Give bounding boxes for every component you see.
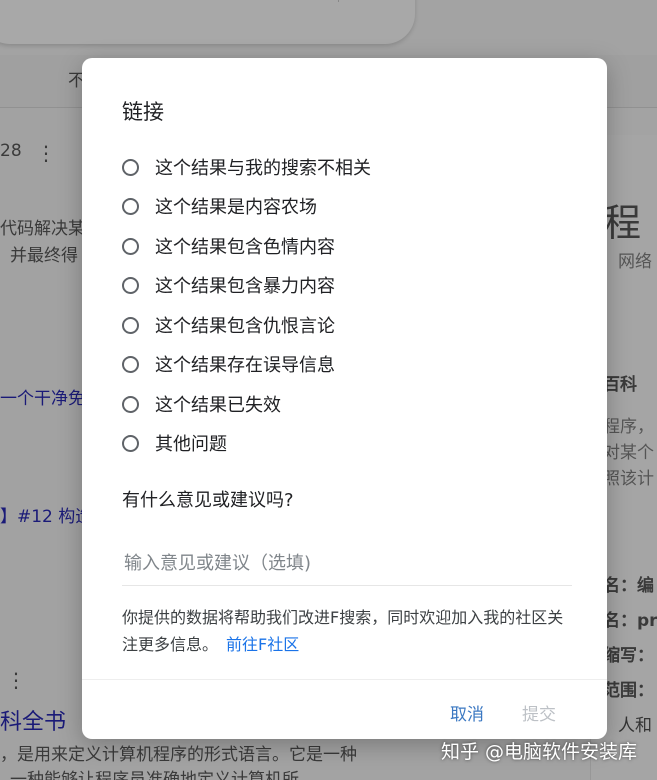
watermark: 知乎 @电脑软件安装库: [441, 741, 638, 763]
option-violent-content[interactable]: 这个结果包含暴力内容: [122, 270, 335, 300]
option-irrelevant[interactable]: 这个结果与我的搜索不相关: [122, 152, 371, 182]
radio-button[interactable]: [122, 395, 139, 413]
option-misleading[interactable]: 这个结果存在误导信息: [122, 349, 335, 379]
background-text-fragment: 程序，: [603, 417, 654, 437]
more-vert-icon: ⋮: [36, 141, 56, 165]
background-text-fragment: 网络: [618, 252, 652, 272]
radio-button[interactable]: [122, 276, 139, 294]
background-text-fragment: 人和: [618, 716, 652, 736]
option-label: 其他问题: [155, 434, 227, 455]
more-vert-icon: ⋮: [6, 668, 26, 692]
option-label: 这个结果是内容农场: [155, 197, 317, 218]
background-text-fragment: 名：编: [603, 576, 654, 596]
option-label: 这个结果已失效: [155, 395, 281, 416]
feedback-input[interactable]: [122, 542, 572, 586]
background-text-fragment: 对某个: [603, 443, 654, 463]
option-content-farm[interactable]: 这个结果是内容农场: [122, 191, 317, 221]
info-text: 你提供的数据将帮助我们改进F搜索，同时欢迎加入我的社区关注更多信息。 前往F社区: [122, 604, 572, 658]
background-text-fragment: 照该计: [603, 469, 654, 489]
option-label: 这个结果包含暴力内容: [155, 276, 335, 297]
radio-button[interactable]: [122, 355, 139, 373]
feedback-question: 有什么意见或建议吗?: [122, 490, 294, 511]
info-message: 你提供的数据将帮助我们改进F搜索，同时欢迎加入我的社区关注更多信息。: [122, 608, 564, 654]
option-label: 这个结果包含仇恨言论: [155, 316, 335, 337]
option-label: 这个结果包含色情内容: [155, 237, 335, 258]
background-text-fragment: 一种能够让程序员准确地定义计算机所: [10, 770, 299, 780]
radio-button[interactable]: [122, 316, 139, 334]
clear-icon: ✕: [300, 0, 318, 1]
background-text-fragment: 范围：: [603, 681, 654, 701]
background-text-fragment: 并最终得: [10, 246, 78, 266]
background-link-fragment: 科全书: [0, 710, 67, 735]
feedback-dialog: 链接 这个结果与我的搜索不相关 这个结果是内容农场 这个结果包含色情内容 这个结…: [82, 58, 607, 739]
background-link-fragment: 】#12 构造: [0, 507, 93, 527]
background-text-fragment: 代码解决某: [0, 219, 85, 239]
search-divider: [338, 0, 339, 2]
search-icon: [354, 0, 374, 4]
radio-button[interactable]: [122, 434, 139, 452]
option-label: 这个结果存在误导信息: [155, 355, 335, 376]
background-count-fragment: 28: [0, 141, 22, 161]
option-hate-speech[interactable]: 这个结果包含仇恨言论: [122, 310, 335, 340]
submit-button[interactable]: 提交: [522, 700, 556, 725]
dialog-title: 链接: [122, 100, 164, 124]
option-other[interactable]: 其他问题: [122, 428, 227, 458]
footer-divider: [82, 679, 607, 680]
radio-button[interactable]: [122, 158, 139, 176]
background-link-fragment: 一个干净免: [0, 389, 85, 409]
radio-button[interactable]: [122, 197, 139, 215]
background-text-fragment: ，是用来定义计算机程序的形式语言。它是一种: [0, 745, 357, 765]
option-adult-content[interactable]: 这个结果包含色情内容: [122, 231, 335, 261]
background-text-fragment: 名：pro: [603, 611, 657, 631]
cancel-button[interactable]: 取消: [450, 700, 484, 725]
background-heading-fragment: 程: [603, 201, 642, 245]
background-search-bar: ✕: [0, 0, 415, 44]
option-expired[interactable]: 这个结果已失效: [122, 389, 281, 419]
option-label: 这个结果与我的搜索不相关: [155, 158, 371, 179]
background-text-fragment: 缩写：: [603, 646, 654, 666]
community-link[interactable]: 前往F社区: [226, 635, 299, 654]
background-text-fragment: 百科: [603, 375, 637, 395]
radio-button[interactable]: [122, 237, 139, 255]
